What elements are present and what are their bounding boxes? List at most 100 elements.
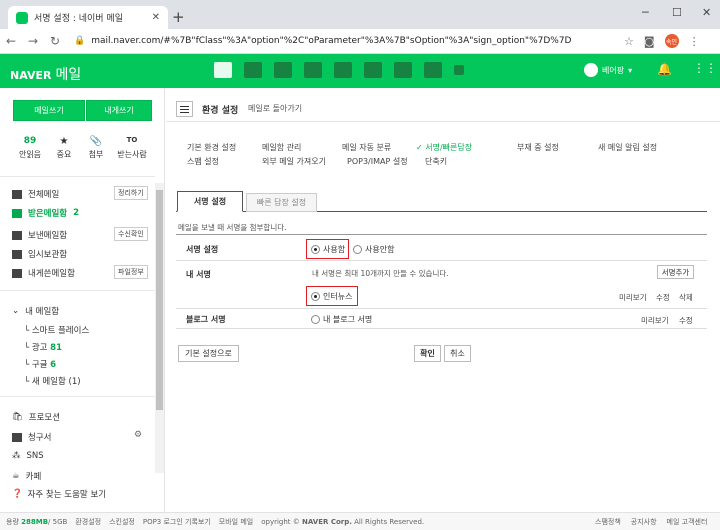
- blog-edit-link[interactable]: 수정: [679, 315, 693, 326]
- bell-icon[interactable]: 🔔: [657, 62, 672, 76]
- radio-checked-icon: [311, 244, 320, 254]
- forward-icon[interactable]: →: [22, 34, 44, 48]
- footer-link-pop3[interactable]: POP3 로그인 기록보기: [143, 517, 211, 527]
- minimize-icon[interactable]: ─: [642, 6, 649, 19]
- nav-notify[interactable]: 새 메일 알림 설정: [598, 142, 657, 153]
- sign-name: 인터뉴스: [323, 291, 353, 301]
- subfolder-item[interactable]: └ 광고 81: [24, 341, 62, 353]
- faq-link[interactable]: ❓ 자주 찾는 도움말 보기: [0, 486, 165, 502]
- subfolder-item[interactable]: └ 스마트 플레이스: [24, 324, 89, 336]
- footer-link-skin[interactable]: 스킨설정: [109, 517, 135, 527]
- folder-cafe[interactable]: ☕ 카페: [12, 470, 41, 482]
- new-tab-button[interactable]: +: [172, 8, 185, 26]
- blog-sign-radio[interactable]: 내 블로그 서명: [311, 314, 372, 325]
- close-window-icon[interactable]: ✕: [702, 6, 711, 19]
- reload-icon[interactable]: ↻: [44, 34, 66, 48]
- write-mail-button[interactable]: 메일쓰기: [13, 100, 85, 121]
- not-use-radio[interactable]: 사용안함: [353, 244, 394, 255]
- user-name: 베어팡: [602, 65, 625, 75]
- calendar-app-icon[interactable]: [244, 62, 262, 78]
- profile-avatar[interactable]: 속인: [664, 34, 679, 48]
- radio-unchecked-icon: [311, 315, 320, 324]
- folder-drafts[interactable]: 임시보관함: [12, 248, 67, 260]
- nav-pop3[interactable]: POP3/IMAP 설정: [347, 156, 408, 167]
- blog-preview-link[interactable]: 미리보기: [641, 315, 669, 326]
- office-app-icon[interactable]: [364, 62, 382, 78]
- nav-autosort[interactable]: 메일 자동 분류: [342, 142, 391, 153]
- maximize-icon[interactable]: ☐: [672, 6, 682, 19]
- user-menu[interactable]: 베어팡 ▾: [584, 63, 632, 77]
- subfolder-item[interactable]: └ 새 메일함 (1): [24, 375, 81, 387]
- nav-external[interactable]: 외부 메일 가져오기: [262, 156, 326, 167]
- folder-all[interactable]: 전체메일: [12, 188, 59, 200]
- gear-icon[interactable]: ⚙: [134, 430, 142, 440]
- envelope-icon: [12, 189, 22, 199]
- folder-inbox[interactable]: 받은메일함 2: [12, 207, 79, 219]
- grid-menu-icon[interactable]: ⋮⋮: [693, 61, 717, 75]
- folder-sns[interactable]: ⁂ SNS: [12, 451, 44, 461]
- my-mailbox-toggle[interactable]: ⌄ 내 메일함: [12, 305, 59, 317]
- folder-sent[interactable]: 보낸메일함: [12, 229, 67, 241]
- nav-shortcuts[interactable]: 단축키: [425, 156, 447, 167]
- mail-app-icon[interactable]: [214, 62, 232, 78]
- memo-app-icon[interactable]: [304, 62, 322, 78]
- more-icon[interactable]: ⋮: [689, 35, 700, 48]
- url-field[interactable]: 🔒 mail.naver.com/#%7B"fClass"%3A"option"…: [74, 36, 614, 46]
- menu-toggle-icon[interactable]: [176, 101, 193, 117]
- contacts-app-icon[interactable]: [274, 62, 292, 78]
- footer-link-notice[interactable]: 공지사항: [631, 517, 657, 527]
- naver-mail-logo[interactable]: NAVER 메일: [10, 64, 81, 84]
- nav-mailbox[interactable]: 메일함 관리: [262, 142, 301, 153]
- unread-stat[interactable]: 89 안읽음: [12, 136, 48, 160]
- star-icon[interactable]: ☆: [624, 35, 634, 48]
- more-apps-icon[interactable]: [454, 65, 464, 75]
- important-stat[interactable]: ★ 중요: [46, 136, 82, 160]
- sidebar-scroll-thumb[interactable]: [156, 190, 163, 410]
- read-receipt-button[interactable]: 수신확인: [114, 227, 148, 241]
- camera-icon[interactable]: ◙: [644, 35, 655, 48]
- cloud-app-icon[interactable]: [334, 62, 352, 78]
- back-to-mail-link[interactable]: 메일로 돌아가기: [248, 103, 302, 114]
- reset-default-button[interactable]: 기본 설정으로: [178, 345, 239, 362]
- edit-link[interactable]: 수정: [656, 292, 670, 303]
- use-radio[interactable]: 사용함: [306, 239, 349, 259]
- nav-spam[interactable]: 스팸 설정: [187, 156, 219, 167]
- self-mail-icon: [12, 268, 22, 278]
- footer-link-spam-policy[interactable]: 스팸정책: [595, 517, 621, 527]
- sign-radio[interactable]: 인터뉴스: [306, 286, 358, 306]
- add-sign-button[interactable]: 서명추가: [657, 265, 694, 279]
- cancel-button[interactable]: 취소: [444, 345, 471, 362]
- confirm-button[interactable]: 확인: [414, 345, 441, 362]
- divider: [0, 396, 155, 397]
- subfolder-label: 광고: [31, 343, 48, 353]
- address-bar: ← → ↻ 🔒 mail.naver.com/#%7B"fClass"%3A"o…: [0, 29, 720, 54]
- delete-link[interactable]: 삭제: [679, 292, 693, 303]
- footer-link-settings[interactable]: 환경설정: [75, 517, 101, 527]
- tab-quick-reply[interactable]: 빠른 답장 설정: [246, 193, 317, 212]
- preview-link[interactable]: 미리보기: [619, 292, 647, 303]
- browser-tab[interactable]: 서명 설정 : 네이버 메일 ✕: [8, 6, 168, 29]
- folder-self[interactable]: 내게쓴메일함: [12, 267, 75, 279]
- nav-absence[interactable]: 부재 중 설정: [517, 142, 559, 153]
- close-tab-icon[interactable]: ✕: [152, 12, 160, 23]
- home-app-icon[interactable]: [424, 62, 442, 78]
- subfolder-count: 81: [50, 343, 63, 353]
- file-button[interactable]: 파일정부: [114, 265, 148, 279]
- attachment-stat[interactable]: 📎 첨부: [78, 136, 114, 160]
- folder-bills[interactable]: 청구서: [12, 431, 51, 443]
- nav-basic[interactable]: 기본 환경 설정: [187, 142, 236, 153]
- capacity-used: 288MB: [21, 517, 49, 526]
- footer-link-help[interactable]: 메일 고객센터: [667, 517, 708, 527]
- footer-link-mobile[interactable]: 모바일 메일: [219, 517, 253, 527]
- bill-icon: [12, 432, 22, 442]
- send-icon: [12, 230, 22, 240]
- word-app-icon[interactable]: [394, 62, 412, 78]
- to-stat[interactable]: TO 받는사람: [114, 136, 150, 160]
- nav-signature[interactable]: ✓ 서명/빠른답장: [416, 142, 472, 153]
- back-icon[interactable]: ←: [0, 34, 22, 48]
- tab-signature[interactable]: 서명 설정: [177, 191, 243, 212]
- subfolder-item[interactable]: └ 구글 6: [24, 358, 56, 370]
- write-to-self-button[interactable]: 내게쓰기: [86, 100, 152, 121]
- organize-button[interactable]: 정리하기: [114, 186, 148, 200]
- folder-promotion[interactable]: 🛍 프로모션: [12, 411, 60, 423]
